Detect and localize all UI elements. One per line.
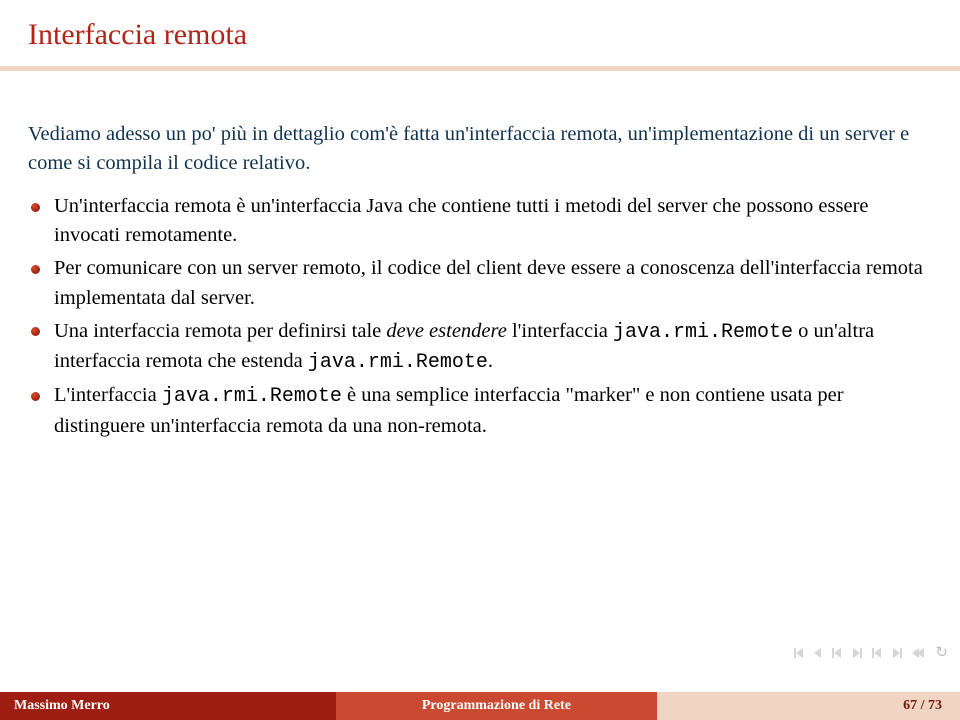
nav-next-alt-icon[interactable]: [892, 648, 902, 658]
slide-title: Interfaccia remota: [28, 18, 932, 52]
footer-bar: Massimo Merro Programmazione di Rete 67 …: [0, 692, 960, 720]
nav-first-icon[interactable]: [794, 648, 804, 658]
title-band: Interfaccia remota: [0, 0, 960, 66]
slide-body: Vediamo adesso un po' più in dettaglio c…: [28, 120, 932, 445]
code-text: java.rmi.Remote: [613, 321, 793, 344]
bullet-icon: [31, 203, 40, 212]
nav-back-icon[interactable]: [912, 648, 925, 658]
bullet-icon: [31, 392, 40, 401]
bullet-icon: [31, 265, 40, 274]
nav-prev-icon[interactable]: [814, 648, 822, 658]
nav-next-sub-icon[interactable]: [852, 648, 862, 658]
footer-author: Massimo Merro: [0, 692, 336, 720]
bullet-text-part: l'interfaccia: [507, 320, 613, 342]
bullet-text: Un'interfaccia remota è un'interfaccia J…: [54, 195, 869, 246]
nav-toolbar: ↻: [794, 643, 946, 662]
list-item: Per comunicare con un server remoto, il …: [28, 254, 932, 312]
bullet-text-part: .: [488, 350, 493, 372]
bullet-text-part: L'interfaccia: [54, 384, 162, 406]
nav-loop-icon[interactable]: ↻: [935, 643, 946, 662]
code-text: java.rmi.Remote: [308, 351, 488, 374]
emphasis-text: deve estendere: [386, 320, 506, 342]
bullet-icon: [31, 327, 40, 336]
intro-text: Vediamo adesso un po' più in dettaglio c…: [28, 120, 932, 178]
nav-prev-alt-icon[interactable]: [872, 648, 882, 658]
list-item: Un'interfaccia remota è un'interfaccia J…: [28, 192, 932, 250]
list-item: L'interfaccia java.rmi.Remote è una semp…: [28, 381, 932, 441]
bullet-list: Un'interfaccia remota è un'interfaccia J…: [28, 192, 932, 441]
nav-prev-sub-icon[interactable]: [832, 648, 842, 658]
footer-page: 67 / 73: [657, 692, 960, 720]
bullet-text-part: Una interfaccia remota per definirsi tal…: [54, 320, 386, 342]
list-item: Una interfaccia remota per definirsi tal…: [28, 317, 932, 378]
footer-topic: Programmazione di Rete: [336, 692, 658, 720]
code-text: java.rmi.Remote: [162, 385, 342, 408]
bullet-text: Per comunicare con un server remoto, il …: [54, 257, 923, 308]
